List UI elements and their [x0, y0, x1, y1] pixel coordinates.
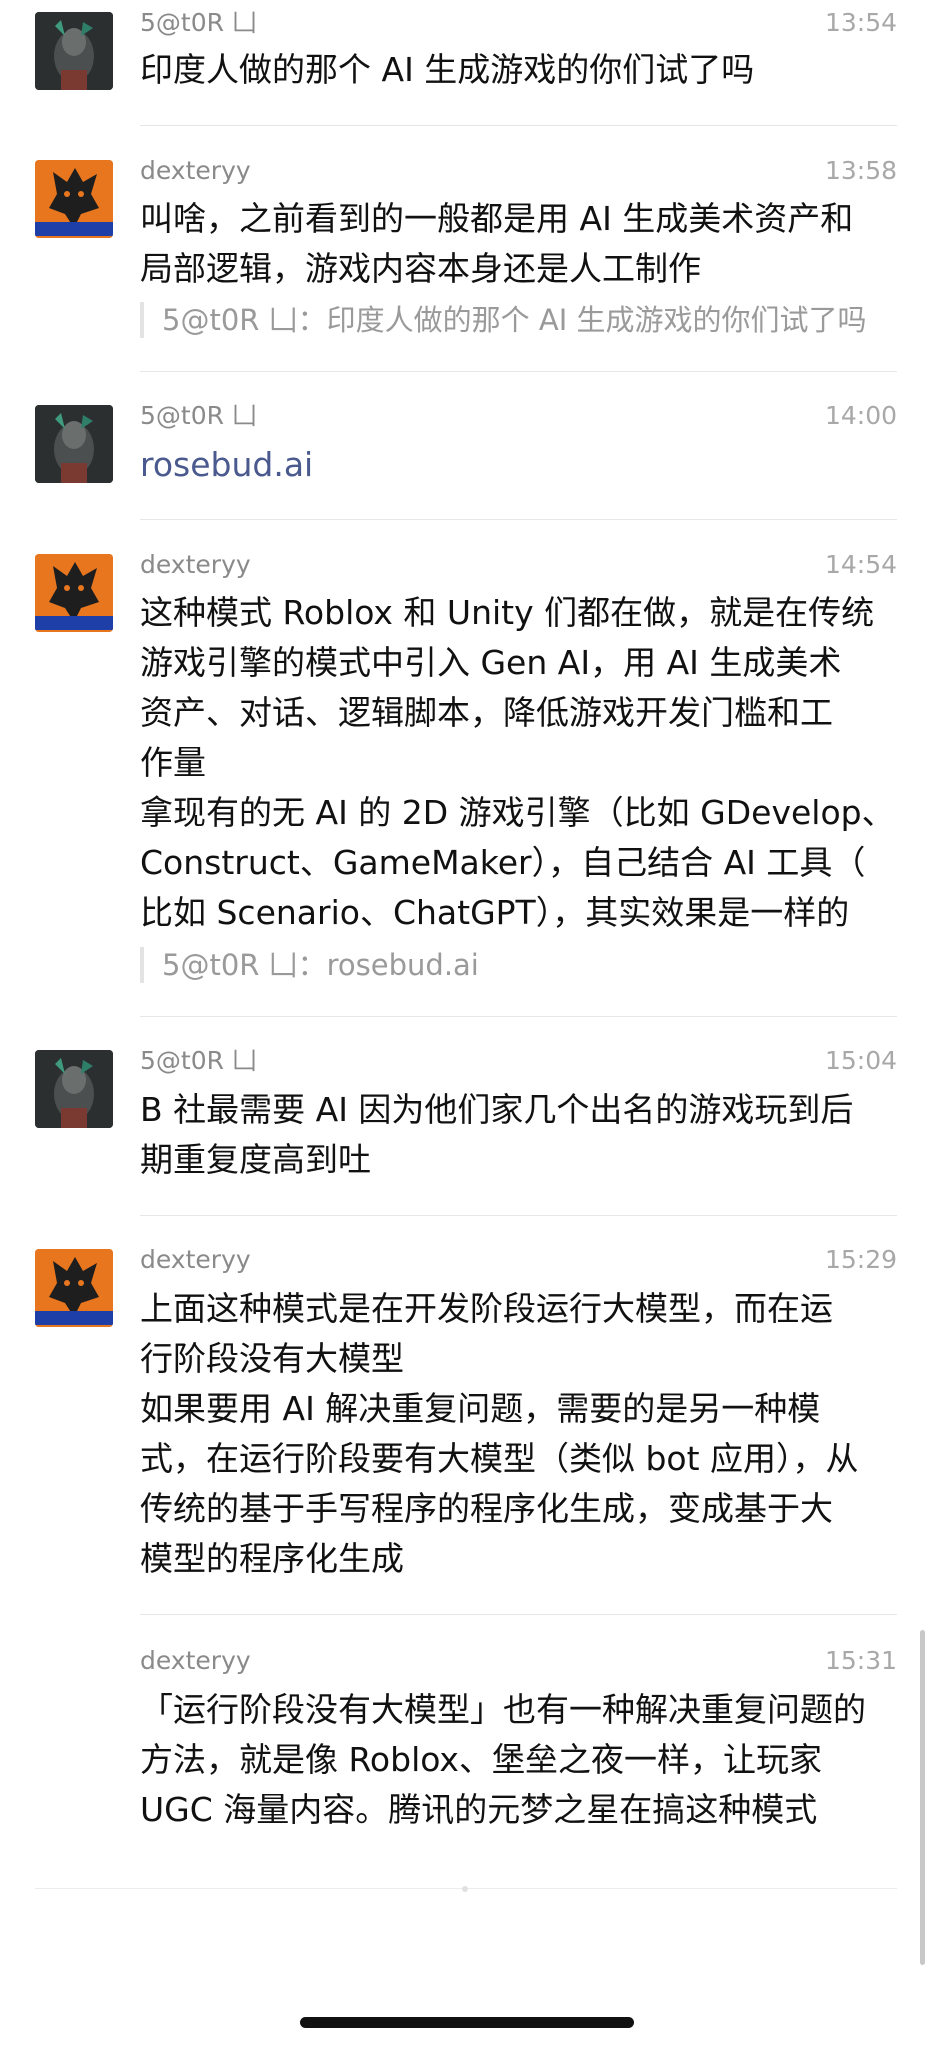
avatar-5t0r[interactable] — [35, 1050, 113, 1128]
message-text[interactable]: 这种模式 Roblox 和 Unity 们都在做，就是在传统 游戏引擎的模式中引… — [140, 588, 900, 938]
reply-quote[interactable]: 5@t0R 凵：印度人做的那个 AI 生成游戏的你们试了吗 — [140, 302, 922, 338]
message-sender: dexteryy — [140, 156, 251, 185]
message-line: Construct、GameMaker），自己结合 AI 工具（ — [140, 843, 866, 882]
message-line: 模型的程序化生成 — [140, 1539, 404, 1578]
message-line: 局部逻辑，游戏内容本身还是人工制作 — [140, 249, 701, 288]
message-line: 如果要用 AI 解决重复问题，需要的是另一种模 — [140, 1389, 821, 1428]
avatar-5t0r[interactable] — [35, 12, 113, 90]
message-line: 拿现有的无 AI 的 2D 游戏引擎（比如 GDevelop、 — [140, 793, 895, 832]
message-text[interactable]: 印度人做的那个 AI 生成游戏的你们试了吗 — [140, 45, 900, 95]
message-line: 印度人做的那个 AI 生成游戏的你们试了吗 — [140, 50, 755, 89]
message-time: 15:29 — [824, 1245, 897, 1274]
message-line: 游戏引擎的模式中引入 Gen AI，用 AI 生成美术 — [140, 643, 842, 682]
message-sender: 5@t0R 凵 — [140, 401, 257, 430]
message-line: UGC 海量内容。腾讯的元梦之星在搞这种模式 — [140, 1790, 818, 1829]
reply-quote[interactable]: 5@t0R 凵：rosebud.ai — [140, 947, 922, 983]
message-line: 上面这种模式是在开发阶段运行大模型，而在运 — [140, 1289, 833, 1328]
message-line: 式，在运行阶段要有大模型（类似 bot 应用），从 — [140, 1439, 859, 1478]
message-text[interactable]: B 社最需要 AI 因为他们家几个出名的游戏玩到后 期重复度高到吐 — [140, 1085, 900, 1185]
message-line: 这种模式 Roblox 和 Unity 们都在做，就是在传统 — [140, 593, 875, 632]
message-divider — [140, 519, 897, 520]
message-divider — [140, 371, 897, 372]
message-time: 14:00 — [824, 401, 897, 430]
message-time: 13:54 — [824, 8, 897, 37]
message-line: 叫啥，之前看到的一般都是用 AI 生成美术资产和 — [140, 199, 854, 238]
message-text[interactable]: 叫啥，之前看到的一般都是用 AI 生成美术资产和 局部逻辑，游戏内容本身还是人工… — [140, 194, 900, 294]
message-time: 15:31 — [824, 1646, 897, 1675]
avatar-dexteryy[interactable] — [35, 554, 113, 632]
message-divider — [140, 1016, 897, 1017]
message-line: 比如 Scenario、ChatGPT），其实效果是一样的 — [140, 893, 850, 932]
message-line: 行阶段没有大模型 — [140, 1339, 404, 1378]
message-sender: 5@t0R 凵 — [140, 1046, 257, 1075]
message-text[interactable]: rosebud.ai — [140, 440, 900, 490]
avatar-dexteryy[interactable] — [35, 1249, 113, 1327]
message-time: 15:04 — [824, 1046, 897, 1075]
chat-end-dot — [462, 1886, 468, 1892]
message-line: 方法，就是像 Roblox、堡垒之夜一样，让玩家 — [140, 1740, 822, 1779]
avatar-dexteryy[interactable] — [35, 160, 113, 238]
home-indicator[interactable] — [300, 2017, 634, 2028]
message-line: 「运行阶段没有大模型」也有一种解决重复问题的 — [140, 1690, 866, 1729]
message-line: 资产、对话、逻辑脚本，降低游戏开发门槛和工 — [140, 693, 833, 732]
message-text[interactable]: 上面这种模式是在开发阶段运行大模型，而在运 行阶段没有大模型 如果要用 AI 解… — [140, 1284, 900, 1584]
message-line: B 社最需要 AI 因为他们家几个出名的游戏玩到后 — [140, 1090, 854, 1129]
message-divider — [140, 1614, 897, 1615]
scrollbar[interactable] — [920, 1630, 925, 1965]
message-text[interactable]: 「运行阶段没有大模型」也有一种解决重复问题的 方法，就是像 Roblox、堡垒之… — [140, 1685, 900, 1835]
message-link[interactable]: rosebud.ai — [140, 440, 900, 490]
message-sender: dexteryy — [140, 550, 251, 579]
message-time: 14:54 — [824, 550, 897, 579]
message-sender: dexteryy — [140, 1245, 251, 1274]
message-sender: 5@t0R 凵 — [140, 8, 257, 37]
avatar-5t0r[interactable] — [35, 405, 113, 483]
message-divider — [140, 1215, 897, 1216]
message-sender: dexteryy — [140, 1646, 251, 1675]
message-line: 期重复度高到吐 — [140, 1140, 371, 1179]
message-line: 传统的基于手写程序的程序化生成，变成基于大 — [140, 1489, 833, 1528]
message-divider — [140, 125, 897, 126]
message-line: 作量 — [140, 743, 206, 782]
message-time: 13:58 — [824, 156, 897, 185]
